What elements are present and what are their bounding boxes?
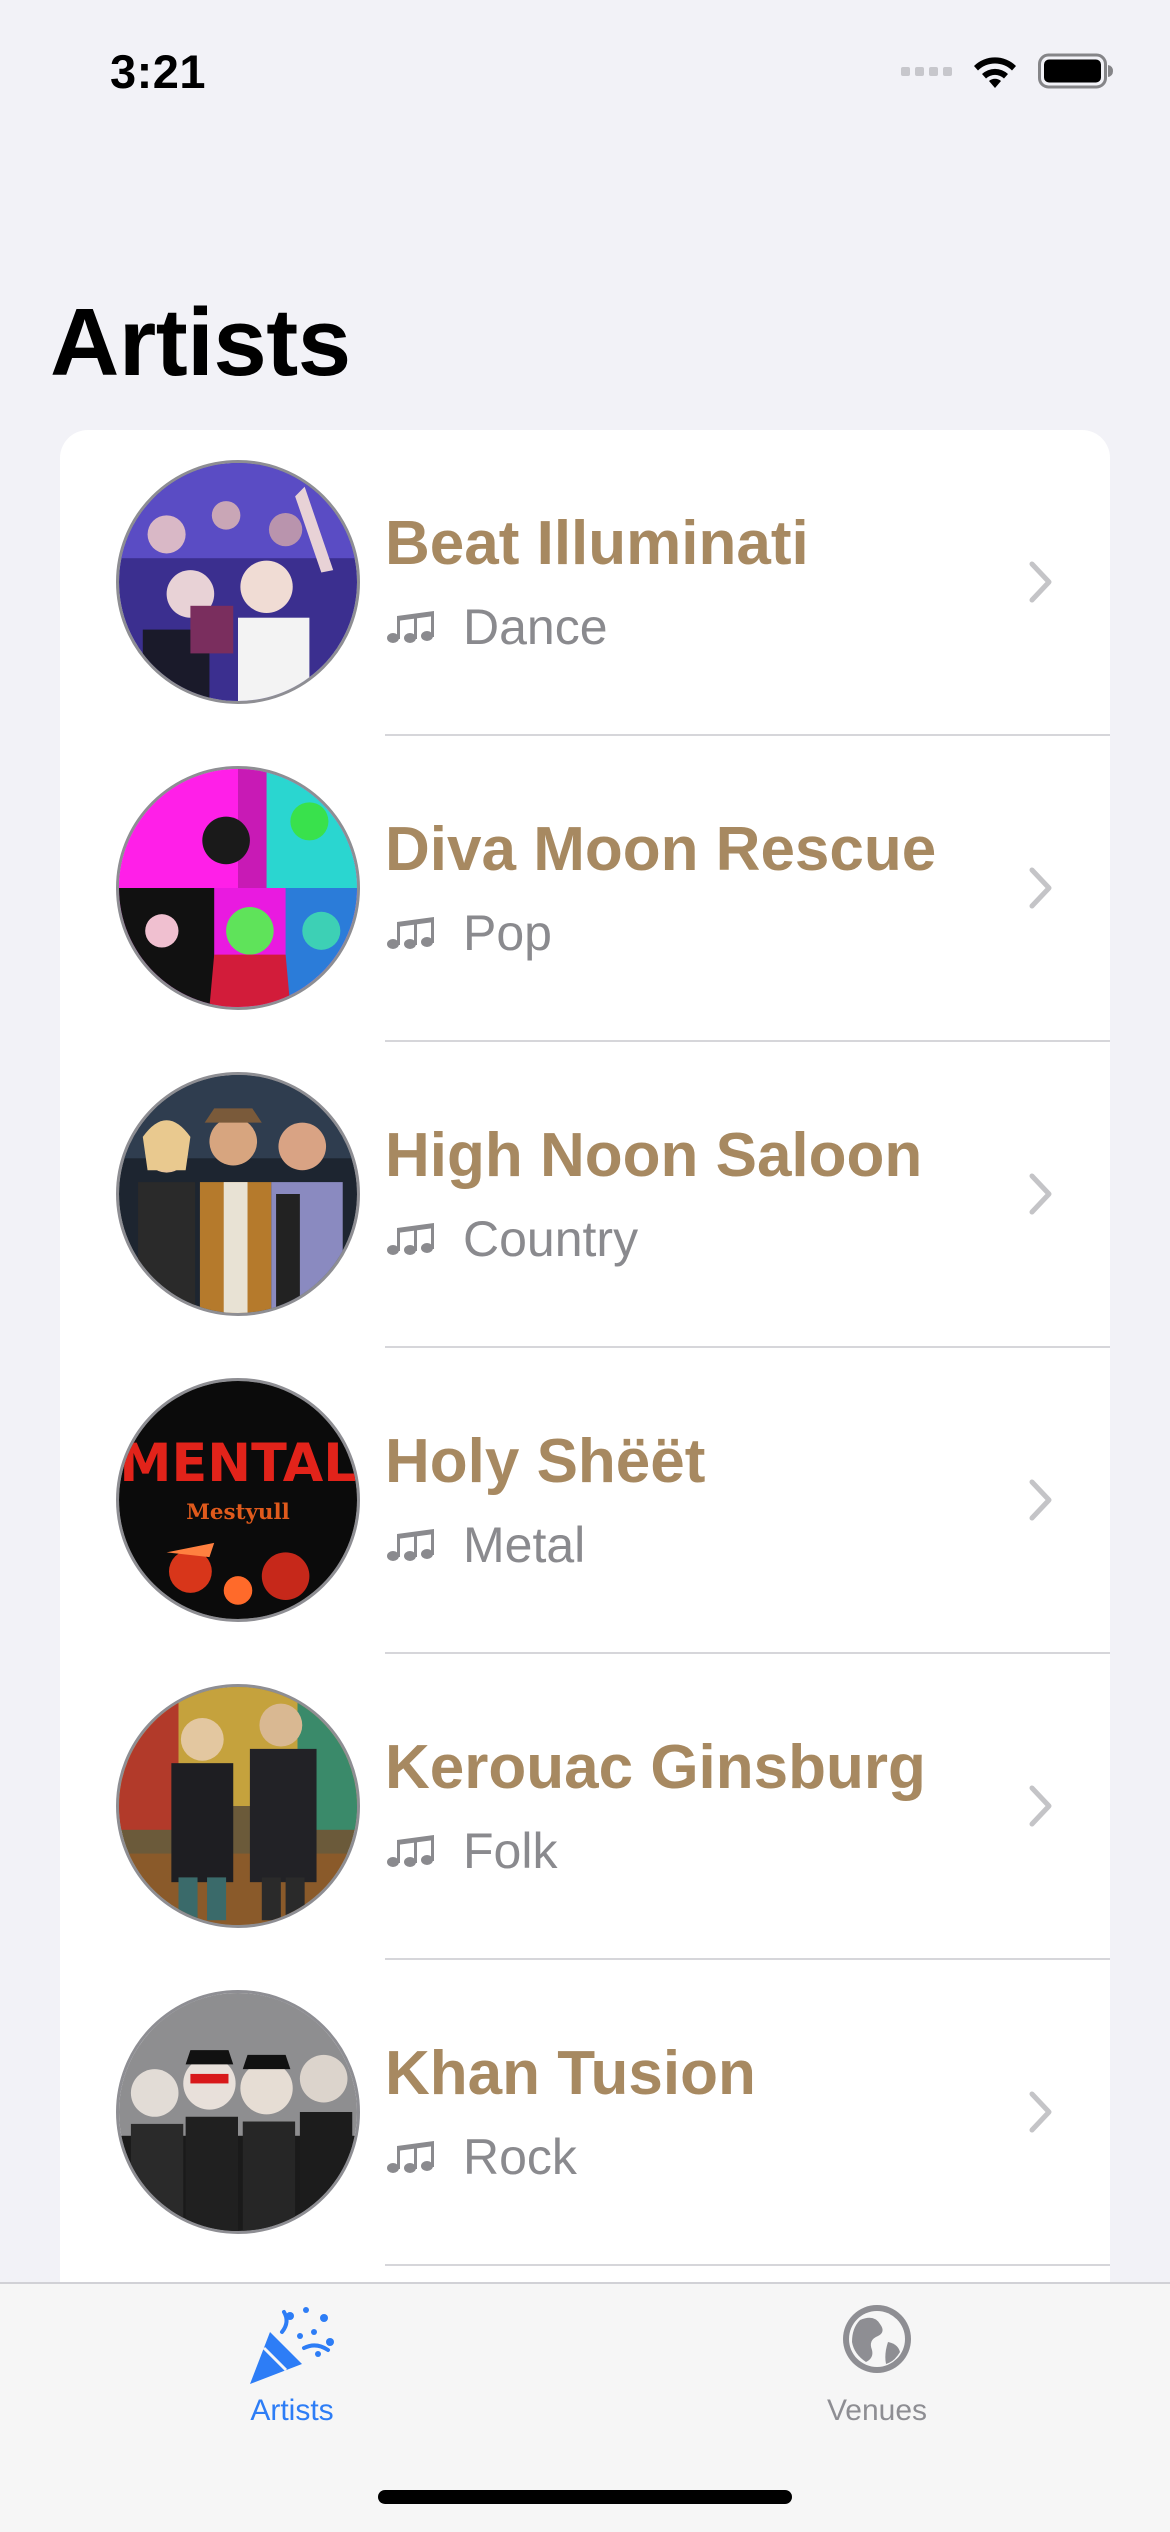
artist-genre: Country [385, 1210, 638, 1268]
artist-row[interactable]: High Noon Saloon Country [60, 1042, 1110, 1348]
genre-label: Dance [463, 599, 608, 655]
chevron-right-icon [1029, 2091, 1052, 2133]
app-screen: 3:21 Artists Beat Illuminati Dance Diva … [0, 0, 1170, 2532]
tab-bar: Artists Venues [0, 2282, 1170, 2532]
music-notes-icon [385, 2140, 435, 2174]
tab-label: Venues [826, 2394, 928, 2427]
artist-avatar: MENTAL Mestyull [116, 1378, 360, 1622]
tab-label: Artists [250, 2394, 334, 2427]
artist-name: Holy Shëët [385, 1427, 706, 1496]
battery-icon [1038, 53, 1113, 89]
avatar-logo-text: MENTAL [119, 1433, 356, 1494]
music-notes-icon [385, 1222, 435, 1256]
genre-label: Rock [463, 2129, 577, 2185]
artist-avatar [116, 460, 360, 704]
globe-icon [840, 2302, 914, 2381]
home-indicator[interactable] [378, 2490, 792, 2504]
artist-name: Diva Moon Rescue [385, 815, 937, 884]
artist-avatar [116, 1990, 360, 2234]
artist-genre: Metal [385, 1516, 585, 1574]
artist-name: Beat Illuminati [385, 509, 809, 578]
artist-genre: Folk [385, 1822, 557, 1880]
cellular-signal-icon [901, 66, 952, 76]
artist-row[interactable]: Kerouac Ginsburg Folk [60, 1654, 1110, 1960]
artist-avatar [116, 766, 360, 1010]
genre-label: Country [463, 1211, 639, 1267]
artist-row[interactable]: Beat Illuminati Dance [60, 430, 1110, 736]
artist-row[interactable]: Diva Moon Rescue Pop [60, 736, 1110, 1042]
artist-name: Khan Tusion [385, 2039, 756, 2108]
chevron-right-icon [1029, 561, 1052, 603]
artist-genre: Dance [385, 598, 608, 656]
tab-artists[interactable]: Artists [142, 2284, 442, 2434]
avatar-sub-text: Mestyull [186, 1500, 290, 1525]
wifi-icon [974, 57, 1016, 88]
status-time: 3:21 [110, 45, 207, 98]
artist-row[interactable]: MENTAL Mestyull Holy Shëët Metal [60, 1348, 1110, 1654]
artist-genre: Pop [385, 904, 552, 962]
artists-list: Beat Illuminati Dance Diva Moon Rescue P… [60, 430, 1110, 2330]
music-notes-icon [385, 916, 435, 950]
genre-label: Folk [463, 1823, 558, 1879]
chevron-right-icon [1029, 867, 1052, 909]
party-popper-icon [244, 2302, 340, 2393]
artist-avatar [116, 1072, 360, 1316]
tab-venues[interactable]: Venues [727, 2284, 1027, 2434]
music-notes-icon [385, 610, 435, 644]
chevron-right-icon [1029, 1785, 1052, 1827]
genre-label: Pop [463, 905, 552, 961]
artist-name: High Noon Saloon [385, 1121, 923, 1190]
music-notes-icon [385, 1834, 435, 1868]
chevron-right-icon [1029, 1479, 1052, 1521]
row-separator [385, 2264, 1110, 2266]
artist-avatar [116, 1684, 360, 1928]
chevron-right-icon [1029, 1173, 1052, 1215]
genre-label: Metal [463, 1517, 586, 1573]
artist-genre: Rock [385, 2128, 577, 2186]
status-icons [901, 52, 1114, 90]
artist-row[interactable]: Khan Tusion Rock [60, 1960, 1110, 2266]
music-notes-icon [385, 1528, 435, 1562]
artist-name: Kerouac Ginsburg [385, 1733, 926, 1802]
page-title: Artists [50, 289, 351, 396]
status-bar: 3:21 [0, 0, 1170, 150]
